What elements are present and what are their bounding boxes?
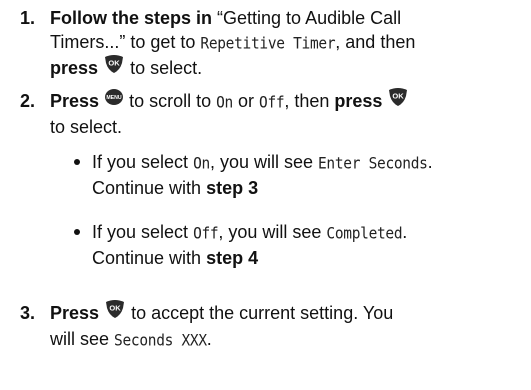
ok-key-icon: OK <box>387 87 409 113</box>
text: to select. <box>50 117 123 138</box>
lcd-text: On <box>193 155 210 173</box>
svg-text:OK: OK <box>109 304 121 313</box>
bold-text: Follow the steps in <box>50 8 213 28</box>
text: . <box>402 222 408 242</box>
bold-text: step 3 <box>206 178 259 198</box>
text: Continue with <box>92 178 202 198</box>
bold-text: press <box>50 58 99 78</box>
text: , then <box>284 91 330 111</box>
text: Timers...” to get to <box>50 32 196 52</box>
lcd-text: Seconds XXX <box>114 332 207 351</box>
step-number: 1. <box>20 8 36 28</box>
svg-text:OK: OK <box>393 92 405 101</box>
menu-key-icon: MENU <box>104 87 124 113</box>
ok-key-icon: OK <box>104 299 126 325</box>
text: If you select <box>92 152 189 172</box>
lcd-text: Enter Seconds <box>318 155 428 173</box>
bullet-dot <box>74 159 80 165</box>
text: . <box>427 152 433 172</box>
lcd-text: On <box>216 94 233 112</box>
text: . <box>206 329 212 350</box>
bullet-text: If you select On, you will see Enter Sec… <box>92 150 529 200</box>
text: , you will see <box>218 222 322 242</box>
bullet-text: If you select Off, you will see Complete… <box>92 220 529 270</box>
text: to select. <box>130 58 203 78</box>
bullet-dot <box>74 229 80 235</box>
bold-text: step 4 <box>206 248 259 268</box>
svg-text:OK: OK <box>108 59 120 68</box>
step-text: Press OK to accept the current setting. … <box>50 299 525 353</box>
text: to scroll to <box>129 91 212 111</box>
bold-text: press <box>334 91 383 111</box>
lcd-text: Completed <box>326 225 403 243</box>
text: “Getting to Audible Call <box>217 8 402 28</box>
text: , you will see <box>209 152 313 172</box>
step-text: Follow the steps in “Getting to Audible … <box>50 6 525 82</box>
text: will see <box>50 329 110 350</box>
step-text: Press MENU to scroll to On or Off, then … <box>50 87 525 139</box>
text: , and then <box>335 32 416 52</box>
bold-text: Press <box>50 303 100 323</box>
ok-key-icon: OK <box>103 54 125 80</box>
text: or <box>238 91 255 111</box>
svg-text:MENU: MENU <box>106 95 122 101</box>
instruction-page: 1. Follow the steps in “Getting to Audib… <box>0 0 531 390</box>
lcd-text: Off <box>259 94 285 112</box>
text: If you select <box>92 222 189 242</box>
text: to accept the current setting. You <box>131 303 394 323</box>
step-number: 2. <box>20 91 36 111</box>
text: Continue with <box>92 248 202 268</box>
lcd-text: Off <box>193 225 219 243</box>
bold-text: Press <box>50 91 100 111</box>
step-number: 3. <box>20 303 36 323</box>
lcd-text: Repetitive Timer <box>200 35 336 53</box>
